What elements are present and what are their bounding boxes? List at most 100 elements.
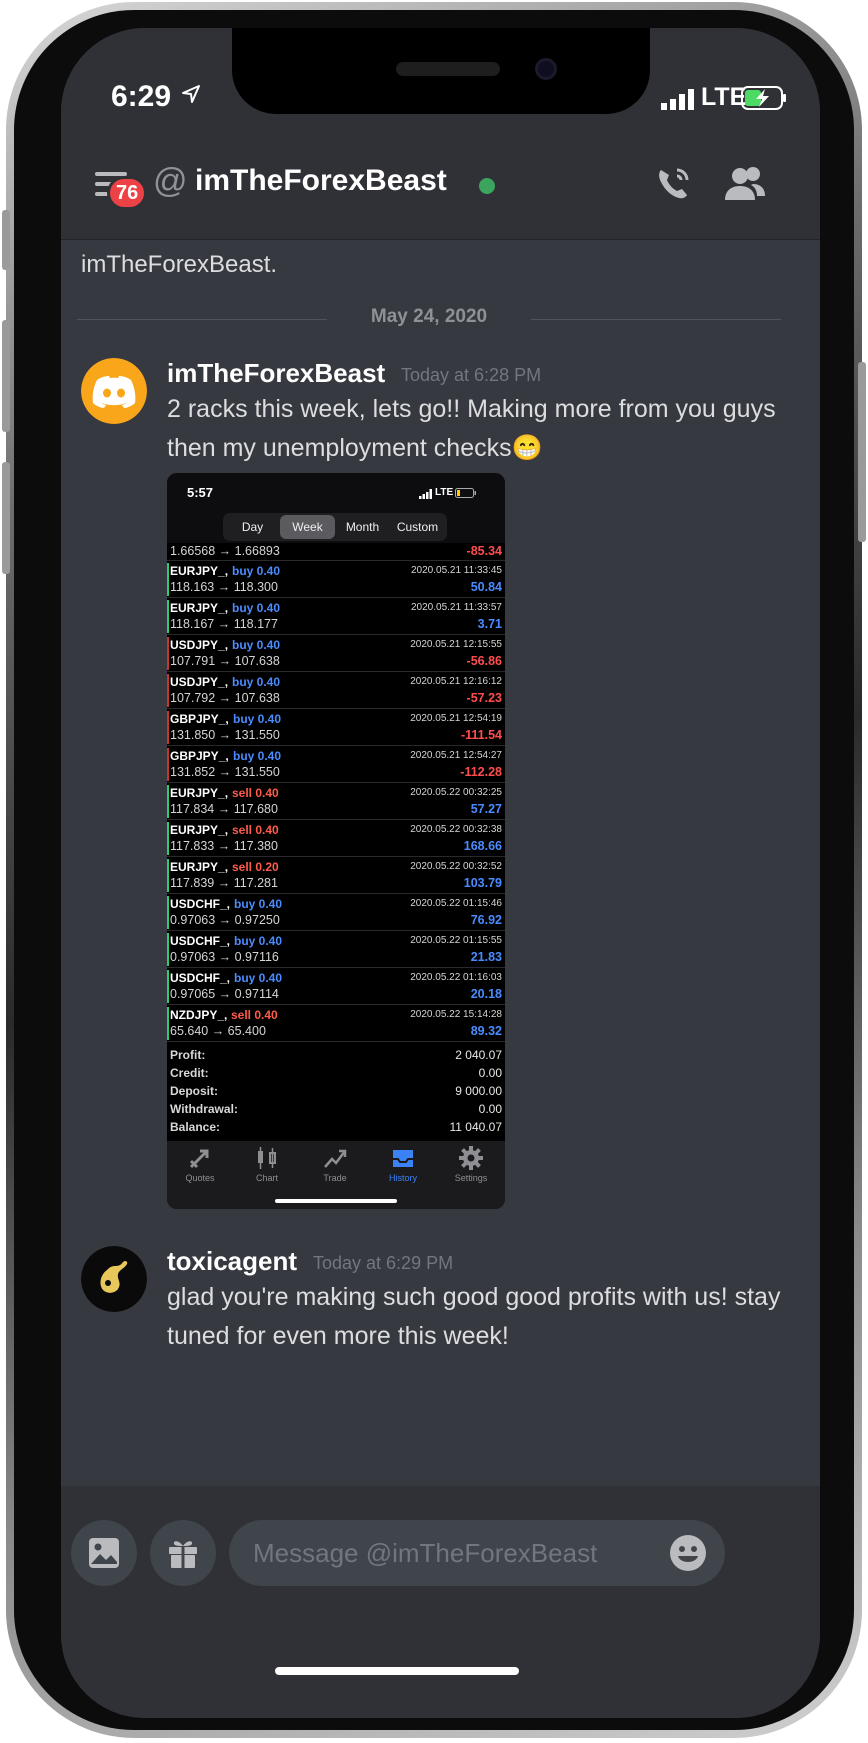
segment-month: Month [345, 520, 380, 534]
trade-symbol: USDCHF_, [170, 934, 231, 948]
summary-value: 0.00 [478, 1102, 502, 1116]
trade-datetime: 2020.05.21 12:54:19 [410, 713, 502, 724]
trade-pl: -57.23 [466, 691, 502, 705]
screen: 6:29 LTE 76 @ imTheForexBeast imTheForex… [61, 28, 820, 1718]
image-attachment[interactable]: 5:57 LTE Day Week Month Custom 1.66568 →… [167, 473, 505, 1209]
quotes-icon [189, 1149, 209, 1169]
trade-row: EURJPY_, sell 0.40 117.834 → 117.680 2020.0… [167, 783, 505, 820]
status-time: 6:29 [111, 80, 172, 113]
trade-symbol: GBPJPY_, [170, 749, 229, 763]
trade-indicator-bar [167, 711, 169, 744]
emoji-icon[interactable] [669, 1534, 707, 1572]
attachment-status-bar: 5:57 LTE [167, 473, 505, 513]
tab-label: Settings [454, 1173, 488, 1183]
trade-symbol: GBPJPY_, [170, 712, 229, 726]
trade-side: buy 0.40 [232, 564, 281, 578]
trade-row: EURJPY_, buy 0.40 118.167 → 118.177 2020.05… [167, 598, 505, 635]
trade-prices: 107.792 → 107.638 [170, 691, 280, 705]
trade-indicator-bar [167, 600, 169, 633]
trade-symbol: EURJPY_, [170, 564, 229, 578]
trade-row: USDCHF_, buy 0.40 0.97063 → 0.97250 2020.05… [167, 894, 505, 931]
avatar[interactable] [81, 1246, 147, 1312]
segment-day: Day [241, 520, 264, 534]
image-upload-button[interactable] [71, 1520, 137, 1586]
date-divider: May 24, 2020 [77, 306, 781, 332]
tab-history: History [373, 1145, 433, 1183]
trade-prices: 117.833 → 117.380 [170, 839, 278, 853]
chat-scroll-area[interactable]: This is the very beginning of your legen… [61, 240, 820, 1486]
avatar[interactable] [81, 358, 147, 424]
image-icon [89, 1538, 119, 1568]
account-summary: Profit: 2 040.07 Credit: 0.00 Deposit: 9 000.… [167, 1047, 505, 1137]
trade-pl: 76.92 [470, 913, 502, 927]
voice-call-icon[interactable] [653, 164, 693, 204]
home-indicator [275, 1667, 519, 1675]
trade-symbol: EURJPY_, [170, 601, 229, 615]
trade-chart-icon [324, 1149, 347, 1168]
speaker [396, 62, 500, 76]
trade-prices: 131.852 → 131.550 [170, 765, 280, 779]
trade-pl: 57.27 [470, 802, 502, 816]
summary-value: 11 040.07 [449, 1120, 503, 1134]
trade-symbol: EURJPY_, [170, 786, 229, 800]
summary-row: Withdrawal: 0.00 [167, 1101, 505, 1119]
trade-symbol: USDCHF_, [170, 897, 231, 911]
trade-side: buy 0.40 [234, 934, 283, 948]
trade-prices: 0.97065 → 0.97114 [170, 987, 279, 1001]
trade-datetime: 2020.05.21 12:15:55 [410, 639, 502, 650]
volume-up-button [2, 320, 10, 432]
trade-history-list: 1.66568 → 1.66893 -85.34 EURJPY_, buy 0.4… [167, 543, 505, 1042]
trade-row: 1.66568 → 1.66893 -85.34 [167, 543, 505, 561]
candlestick-icon [258, 1147, 276, 1169]
trade-pl: 103.79 [463, 876, 502, 890]
trade-side: buy 0.40 [234, 971, 283, 985]
tab-label: Quotes [185, 1173, 215, 1183]
trade-pl: 21.83 [470, 950, 502, 964]
network-type: LTE [701, 83, 747, 111]
trade-side: sell 0.40 [232, 786, 279, 800]
trade-datetime: 2020.05.22 15:14:28 [410, 1009, 502, 1020]
message-text: glad you're making such good good profit… [167, 1283, 781, 1350]
location-arrow-icon [182, 85, 200, 103]
members-icon[interactable] [723, 164, 767, 204]
summary-value: 9 000.00 [455, 1084, 502, 1098]
phone-frame: 6:29 LTE 76 @ imTheForexBeast imTheForex… [2, 2, 866, 1738]
summary-label: Profit: [170, 1048, 206, 1062]
message-text: 2 racks this week, lets go!! Making more… [167, 395, 776, 462]
trade-indicator-bar [167, 933, 169, 966]
attachment-signal-icon [419, 489, 432, 499]
summary-label: Withdrawal: [170, 1102, 238, 1116]
trade-row: GBPJPY_, buy 0.40 131.850 → 131.550 2020.05… [167, 709, 505, 746]
trade-pl: -112.28 [460, 765, 502, 779]
trade-datetime: 2020.05.21 11:33:57 [410, 602, 502, 613]
trade-pl: 168.66 [463, 839, 502, 853]
trade-indicator-bar [167, 822, 169, 855]
side-button [2, 210, 10, 270]
trade-datetime: 2020.05.22 00:32:25 [410, 787, 502, 798]
trade-indicator-bar [167, 970, 169, 1003]
trade-pl: -85.34 [466, 544, 502, 558]
trade-indicator-bar [167, 1007, 169, 1040]
tab-settings: Settings [441, 1145, 501, 1183]
gift-button[interactable] [150, 1520, 216, 1586]
summary-label: Credit: [170, 1066, 209, 1080]
trade-symbol: EURJPY_, [170, 823, 229, 837]
summary-row: Profit: 2 040.07 [167, 1047, 505, 1065]
attachment-home-indicator [275, 1199, 397, 1203]
trade-side: buy 0.40 [232, 675, 281, 689]
message-author[interactable]: imTheForexBeast [167, 358, 385, 389]
trade-pl: 3.71 [477, 617, 502, 631]
dm-title: imTheForexBeast [195, 164, 447, 197]
dm-header: 76 @ imTheForexBeast [61, 128, 820, 240]
trade-datetime: 2020.05.22 01:16:03 [410, 972, 502, 983]
trade-prices: 118.167 → 118.177 [170, 617, 278, 631]
trade-row: USDCHF_, buy 0.40 0.97063 → 0.97116 2020.05… [167, 931, 505, 968]
trade-row: USDCHF_, buy 0.40 0.97065 → 0.97114 2020.05… [167, 968, 505, 1005]
message-author[interactable]: toxicagent [167, 1246, 297, 1277]
trade-datetime: 2020.05.21 12:54:27 [410, 750, 502, 761]
trade-symbol: USDJPY_, [170, 638, 229, 652]
summary-label: Balance: [170, 1120, 221, 1134]
history-inbox-icon [393, 1150, 413, 1167]
message-input[interactable] [229, 1520, 725, 1586]
battery-charging-icon [741, 86, 786, 110]
